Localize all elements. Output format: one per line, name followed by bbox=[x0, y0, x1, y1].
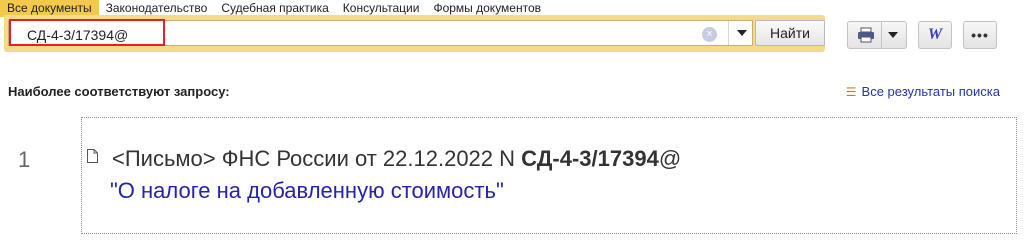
print-button[interactable] bbox=[847, 21, 907, 49]
export-to-word-button[interactable]: W bbox=[918, 21, 952, 49]
search-input[interactable] bbox=[27, 26, 687, 44]
section-title: Наиболее соответствуют запросу: bbox=[8, 84, 230, 99]
document-icon bbox=[87, 149, 98, 163]
printer-icon bbox=[857, 27, 874, 43]
result-match-highlight: СД-4-3/17394 bbox=[521, 146, 659, 171]
search-history-dropdown-button[interactable] bbox=[728, 21, 754, 45]
all-results-label: Все результаты поиска bbox=[861, 84, 1000, 99]
search-bar: × Найти bbox=[4, 15, 825, 52]
clear-search-icon[interactable]: × bbox=[702, 27, 717, 42]
result-item[interactable]: <Письмо> ФНС России от 22.12.2022 N СД-4… bbox=[81, 117, 1017, 234]
result-number: 1 bbox=[18, 147, 31, 172]
result-document-reference[interactable]: <Письмо> ФНС России от 22.12.2022 N СД-4… bbox=[112, 146, 681, 172]
print-options-chevron-icon[interactable] bbox=[887, 32, 898, 38]
more-options-button[interactable]: ••• bbox=[963, 21, 997, 49]
result-suffix: @ bbox=[658, 146, 682, 171]
search-field-frame: × bbox=[8, 20, 753, 46]
all-results-link[interactable]: ☰ Все результаты поиска bbox=[846, 84, 1000, 99]
list-icon: ☰ bbox=[845, 84, 857, 99]
result-prefix: <Письмо> ФНС России от 22.12.2022 N bbox=[112, 146, 522, 171]
chevron-down-icon bbox=[736, 30, 747, 36]
find-button[interactable]: Найти bbox=[755, 20, 825, 46]
divider bbox=[880, 21, 882, 49]
result-title-link[interactable]: "О налоге на добавленную стоимость" bbox=[110, 178, 504, 204]
